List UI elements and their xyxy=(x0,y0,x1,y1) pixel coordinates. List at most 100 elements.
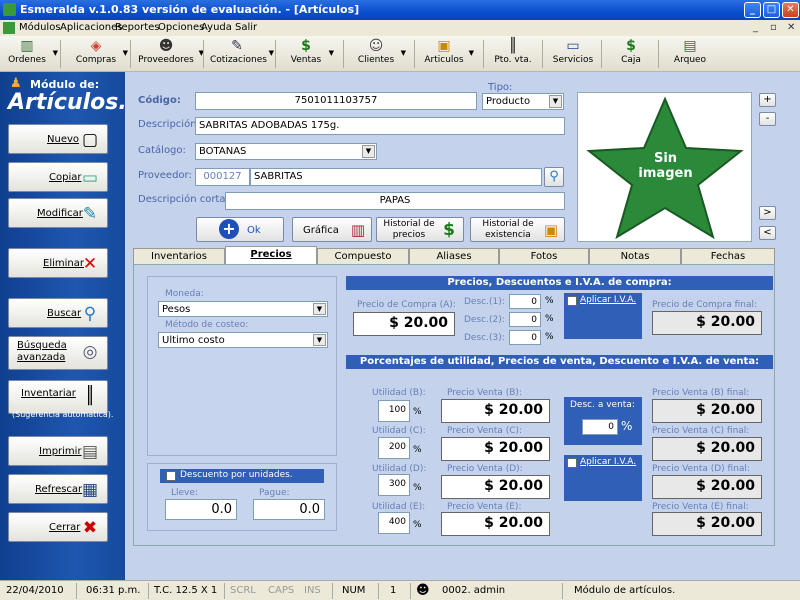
descripcion-field[interactable]: SABRITAS ADOBADAS 175g. xyxy=(195,117,565,135)
descuento-unidades-checkbox[interactable] xyxy=(166,471,176,481)
desc3-field[interactable]: 0 xyxy=(509,330,541,345)
utilidad-b-field[interactable]: 100 xyxy=(378,400,410,422)
title-bar: Esmeralda v.1.0.83 versión de evaluación… xyxy=(0,0,800,20)
precio-venta-c-field[interactable]: $ 20.00 xyxy=(441,437,550,461)
eliminar-button[interactable]: Eliminar ✕ xyxy=(8,248,108,278)
chevron-down-icon[interactable]: ▼ xyxy=(313,334,326,346)
minimize-button[interactable]: _ xyxy=(744,2,761,18)
lleve-field[interactable]: 0.0 xyxy=(165,499,237,520)
chevron-down-icon[interactable]: ▼ xyxy=(329,49,334,57)
toolbar-caja[interactable]: $ Caja xyxy=(614,37,648,71)
pague-field[interactable]: 0.0 xyxy=(253,499,325,520)
zoom-out-button[interactable]: - xyxy=(759,112,776,126)
metodo-costeo-select[interactable]: Ultimo costo ▼ xyxy=(158,332,328,348)
toolbar-pto-vta[interactable]: ║ Pto. vta. xyxy=(490,37,536,71)
historial-precios-button[interactable]: Historial de precios $ xyxy=(376,217,464,242)
next-image-button[interactable]: > xyxy=(759,206,776,220)
grafica-button[interactable]: Gráfica ▥ xyxy=(292,217,372,242)
menu-reportes[interactable]: Reportes xyxy=(115,22,160,33)
chevron-down-icon[interactable]: ▼ xyxy=(53,49,58,57)
tab-fotos[interactable]: Fotos xyxy=(499,248,589,264)
imprimir-button[interactable]: Imprimir ▤ xyxy=(8,436,108,466)
aplicar-iva-checkbox[interactable] xyxy=(567,296,577,306)
modificar-button[interactable]: Modificar ✎ xyxy=(8,198,108,228)
window-title: Esmeralda v.1.0.83 versión de evaluación… xyxy=(20,3,360,16)
chevron-down-icon[interactable]: ▼ xyxy=(401,49,406,57)
ok-button[interactable]: + Ok xyxy=(196,217,284,242)
copiar-button[interactable]: Copiar ▭ xyxy=(8,162,108,192)
buscar-button[interactable]: Buscar ⚲ xyxy=(8,298,108,328)
moneda-label: Moneda: xyxy=(165,289,204,299)
aplicar-iva-venta-checkbox[interactable] xyxy=(567,458,577,468)
toolbar-arqueo[interactable]: ▤ Arqueo xyxy=(668,37,712,71)
mdi-close-icon[interactable]: ✕ xyxy=(787,22,795,33)
menu-salir[interactable]: Salir xyxy=(235,22,257,33)
toolbar-clientes[interactable]: ☺ Clientes ▼ xyxy=(356,37,406,71)
precio-venta-b-field[interactable]: $ 20.00 xyxy=(441,399,550,423)
product-image[interactable]: Sin imagen xyxy=(577,92,752,242)
precio-venta-d-final-field: $ 20.00 xyxy=(652,475,762,499)
status-separator xyxy=(148,583,149,599)
busqueda-avanzada-button[interactable]: Búsqueda avanzada ◎ xyxy=(8,336,108,370)
menu-modulos[interactable]: Módulos xyxy=(19,22,61,33)
chevron-down-icon[interactable]: ▼ xyxy=(269,49,274,57)
codigo-field[interactable]: 7501011103757 xyxy=(195,92,477,110)
proveedor-search-button[interactable]: ⚲ xyxy=(544,167,564,187)
search-icon: ⚲ xyxy=(83,304,97,324)
chevron-down-icon[interactable]: ▼ xyxy=(549,95,562,108)
utilidad-d-field[interactable]: 300 xyxy=(378,474,410,496)
menu-opciones[interactable]: Opciones xyxy=(158,22,204,33)
tab-fechas[interactable]: Fechas xyxy=(681,248,775,264)
menu-aplicaciones[interactable]: Aplicaciones xyxy=(60,22,122,33)
moneda-select[interactable]: Pesos ▼ xyxy=(158,301,328,317)
mdi-restore-icon[interactable]: ▫ xyxy=(770,22,777,33)
refresh-icon: ▦ xyxy=(81,480,99,500)
toolbar-ventas[interactable]: $ Ventas ▼ xyxy=(288,37,334,71)
toolbar-servicios[interactable]: ▭ Servicios xyxy=(552,37,594,71)
precio-venta-d-field[interactable]: $ 20.00 xyxy=(441,475,550,499)
toolbar-articulos[interactable]: ▣ Articulos ▼ xyxy=(424,37,474,71)
chevron-down-icon[interactable]: ▼ xyxy=(469,49,474,57)
status-date: 22/04/2010 xyxy=(6,585,64,596)
tab-aliases[interactable]: Aliases xyxy=(409,248,499,264)
desc1-field[interactable]: 0 xyxy=(509,294,541,309)
toolbar-separator xyxy=(275,40,276,68)
zoom-in-button[interactable]: + xyxy=(759,93,776,107)
refrescar-button[interactable]: Refrescar ▦ xyxy=(8,474,108,504)
maximize-button[interactable]: □ xyxy=(763,2,780,18)
desc-venta-field[interactable]: 0 xyxy=(582,419,618,435)
toolbar-proveedores[interactable]: ☻ Proveedores ▼ xyxy=(138,37,204,71)
chevron-down-icon[interactable]: ▼ xyxy=(362,145,375,158)
nuevo-button[interactable]: Nuevo ▢ xyxy=(8,124,108,154)
tab-notas[interactable]: Notas xyxy=(589,248,681,264)
utilidad-e-field[interactable]: 400 xyxy=(378,512,410,534)
tab-compuesto[interactable]: Compuesto xyxy=(317,248,409,264)
proveedor-id-field[interactable]: 000127 xyxy=(195,168,250,186)
cerrar-button[interactable]: Cerrar ✖ xyxy=(8,512,108,542)
toolbar-compras[interactable]: ◈ Compras ▼ xyxy=(74,37,128,71)
toolbar-cotizaciones[interactable]: ✎ Cotizaciones ▼ xyxy=(210,37,274,71)
prev-image-button[interactable]: < xyxy=(759,226,776,240)
new-document-icon: ▢ xyxy=(81,130,99,150)
chevron-down-icon[interactable]: ▼ xyxy=(123,49,128,57)
desc2-field[interactable]: 0 xyxy=(509,312,541,327)
historial-existencia-button[interactable]: Historial de existencia ▣ xyxy=(470,217,565,242)
catalogo-select[interactable]: BOTANAS ▼ xyxy=(195,143,377,160)
mdi-minimize-icon[interactable]: _ xyxy=(753,22,758,33)
desc-corta-field[interactable]: PAPAS xyxy=(225,192,565,210)
tab-inventarios[interactable]: Inventarios xyxy=(133,248,225,264)
close-button[interactable]: ✕ xyxy=(782,2,799,18)
inventariar-button[interactable]: Inventariar ║ xyxy=(8,380,108,414)
precio-venta-e-field[interactable]: $ 20.00 xyxy=(441,512,550,536)
toolbar-ordenes[interactable]: ▥ Ordenes ▼ xyxy=(6,37,58,71)
proveedor-field[interactable]: SABRITAS xyxy=(250,168,542,186)
toolbar-separator xyxy=(343,40,344,68)
chevron-down-icon[interactable]: ▼ xyxy=(313,303,326,315)
menu-ayuda[interactable]: Ayuda xyxy=(201,22,232,33)
status-num: NUM xyxy=(342,585,366,596)
tipo-select[interactable]: Producto ▼ xyxy=(482,93,564,110)
tipo-label: Tipo: xyxy=(488,82,513,93)
precio-compra-field[interactable]: $ 20.00 xyxy=(353,312,455,336)
utilidad-c-field[interactable]: 200 xyxy=(378,437,410,459)
tab-precios[interactable]: Precios xyxy=(225,246,317,265)
